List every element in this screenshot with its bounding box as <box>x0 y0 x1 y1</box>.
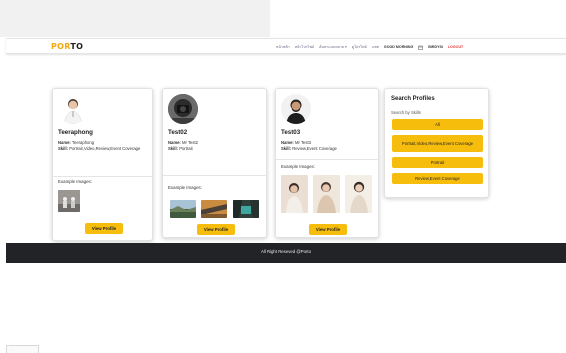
nav-links: หน้าหลัก หน้าโปรไฟล์ ค้นหาแบบหลาย ▾ ดูโป… <box>276 44 463 50</box>
profile-card: Test03 Name: Mr Test3 Skill: Review,Even… <box>275 88 379 238</box>
username[interactable]: BIRDYSI <box>428 45 443 49</box>
logout-link[interactable]: LOGOUT <box>448 45 463 49</box>
example-image[interactable] <box>345 175 372 213</box>
corner-widget: ··· <box>6 345 39 353</box>
example-images-label: Example Images: <box>168 185 202 190</box>
example-image[interactable] <box>201 200 227 218</box>
footer-copyright: All Right Reseved @Porto <box>261 249 311 254</box>
logo-letters-to: TO <box>70 42 84 51</box>
profile-name-row: Name: Teeraphong <box>58 140 95 145</box>
profile-skill-row: Skill: Portrait,Video,Review,Event Cover… <box>58 146 141 151</box>
skill-filter-portrait[interactable]: Portrait <box>392 157 483 168</box>
nav-link-view-profiles[interactable]: ดูโปรไฟล์ <box>352 44 367 50</box>
profile-card: Test02 Name: Mr Test2 Skill: Portrait Ex… <box>162 88 267 238</box>
profile-display-name: Teeraphong <box>58 129 93 136</box>
profile-card: Teeraphong Name: Teeraphong Skill: Portr… <box>52 88 153 241</box>
profile-name-row: Name: Mr Test2 <box>168 140 198 145</box>
profile-skill-row: Skill: Review,Event Coverage <box>281 146 337 151</box>
example-image[interactable] <box>58 190 80 212</box>
profile-name-row: Name: Mr Test3 <box>281 140 311 145</box>
card-divider <box>276 159 378 160</box>
footer: All Right Reseved @Porto <box>6 243 566 263</box>
card-divider <box>163 175 266 176</box>
avatar <box>58 94 88 124</box>
example-image[interactable] <box>281 175 308 213</box>
profile-display-name: Test03 <box>281 129 301 136</box>
search-panel-title: Search Profiles <box>391 96 435 102</box>
view-profile-button[interactable]: View Profile <box>309 224 347 235</box>
nav-link-profile[interactable]: หน้าโปรไฟล์ <box>295 44 315 50</box>
navbar: PORTO หน้าหลัก หน้าโปรไฟล์ ค้นหาแบบหลาย … <box>6 38 566 54</box>
example-image[interactable] <box>233 200 259 218</box>
search-profiles-panel: Search Profiles Search by Skills All Por… <box>384 88 489 198</box>
profile-display-name: Test02 <box>168 129 188 136</box>
skill-filter-portrait-video-review-event[interactable]: Portrait,Video,Review,Event Coverage <box>392 135 483 152</box>
search-panel-subtitle: Search by Skills <box>391 110 421 115</box>
view-profile-button[interactable]: View Profile <box>85 223 123 234</box>
profile-skill-row: Skill: Portrait <box>168 146 193 151</box>
nav-link-search-dropdown[interactable]: ค้นหาแบบหลาย ▾ <box>319 44 347 50</box>
corner-widget-mark: ··· <box>11 348 14 352</box>
nav-link-home[interactable]: หน้าหลัก <box>276 44 290 50</box>
greeting-text: GOOD MORNING <box>383 45 414 49</box>
example-image[interactable] <box>170 200 196 218</box>
example-images-label: Example Images: <box>281 164 315 169</box>
view-profile-button[interactable]: View Profile <box>197 224 235 235</box>
browser-top-band <box>0 0 270 37</box>
logo-letters-or: OR <box>57 42 71 51</box>
avatar <box>281 94 311 124</box>
example-image[interactable] <box>313 175 340 213</box>
brand-logo[interactable]: PORTO <box>51 42 83 51</box>
card-divider <box>53 176 152 177</box>
avatar <box>168 94 198 124</box>
skill-filter-review-event[interactable]: Review,Event Coverage <box>392 173 483 184</box>
example-images-label: Example Images: <box>58 179 92 184</box>
nav-link-chat[interactable]: แชท <box>372 44 379 50</box>
calendar-icon <box>418 45 424 50</box>
skill-filter-all[interactable]: All <box>392 119 483 130</box>
